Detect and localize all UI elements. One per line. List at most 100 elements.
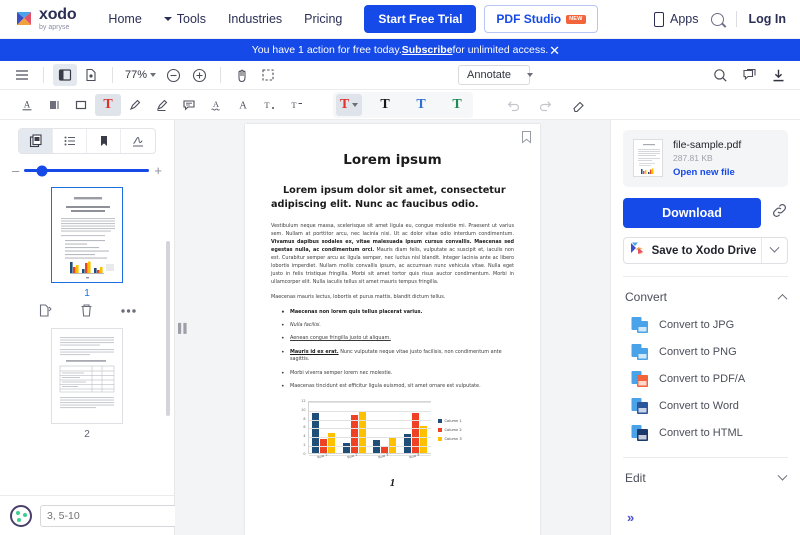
sidebar-panel-icon[interactable] [53,64,77,86]
cookie-settings-icon[interactable] [10,504,32,527]
text-color-green-button[interactable]: T [444,94,470,116]
slider-track[interactable] [24,165,150,176]
superscript-icon[interactable]: T [284,94,310,116]
zoom-in-icon[interactable] [187,64,211,86]
page-thumbnail-2[interactable] [51,328,123,424]
list-item[interactable]: 2 [0,328,174,440]
duplicate-page-icon[interactable] [38,303,53,318]
select-area-icon[interactable] [256,64,280,86]
document-page[interactable]: Lorem ipsum Lorem ipsum dolor sit amet, … [245,124,540,535]
zoom-out-icon[interactable] [161,64,185,86]
underline-text-icon[interactable]: A [14,94,40,116]
chart-x-tick: Row 2 [347,452,359,460]
convert-section-header[interactable]: Convert [623,276,788,313]
note-icon[interactable] [176,94,202,116]
list-item: Aenean congue fringilla justo ut aliquam… [281,334,514,343]
download-button[interactable]: Download [623,198,761,228]
nav-item-home[interactable]: Home [98,6,151,32]
signature-tab[interactable] [121,129,155,153]
new-badge: NEW [566,14,586,24]
free-text-icon[interactable]: T [95,93,121,116]
link-icon[interactable] [771,202,788,224]
nav-item-industries[interactable]: Industries [218,6,292,32]
file-name: file-sample.pdf [673,139,742,151]
pdf-toolbar: 77% Annotate [0,61,800,90]
chevron-down-icon [163,17,172,21]
toolbar-divider-2 [112,67,113,83]
close-icon[interactable]: ✕ [549,44,560,57]
undo-icon[interactable] [500,94,526,116]
page-number-label: 1 [84,288,90,299]
rectangle-icon[interactable] [68,94,94,116]
subscript-icon[interactable]: T [257,94,283,116]
panel-resize-handle[interactable]: ▌▌ [178,323,190,333]
toolbar-divider-1 [43,67,44,83]
download-icon[interactable] [766,64,790,86]
xodo-logo[interactable]: xodo by apryse [14,7,77,31]
document-viewer: ▌▌ Lorem ipsum Lorem ipsum dolor sit ame… [175,120,610,535]
drive-dropdown-toggle[interactable] [761,238,787,263]
search-icon[interactable] [708,64,732,86]
convert-option[interactable]: Convert to JPG [623,313,788,337]
chart-plot-area: 0 2 4 6 8 10 12 Row 1 Row 2 Row 3 Row 4 [295,399,431,463]
list-item[interactable]: 1 [0,187,174,326]
pen-icon[interactable] [122,94,148,116]
zoom-in-label[interactable]: + [154,164,162,177]
page-manipulation-icon[interactable] [79,64,103,86]
convert-option[interactable]: Convert to PNG [623,340,788,364]
slider-handle[interactable] [36,165,48,176]
strikeout-text-icon[interactable] [41,94,67,116]
outline-tab[interactable] [53,129,87,153]
file-size: 287.81 KB [673,153,713,163]
nav-item-tools[interactable]: Tools [154,6,216,32]
text-style-icon[interactable]: A [230,94,256,116]
svg-text:A: A [239,100,247,111]
xodo-drive-icon [629,241,646,261]
download-row: Download [623,198,788,228]
open-new-file-link[interactable]: Open new file [673,167,741,178]
more-options-icon[interactable] [120,308,137,314]
svg-text:A: A [213,99,220,109]
page-range-input[interactable] [40,504,189,527]
list-item: Maecenas tincidunt est efficitur ligula … [281,382,514,391]
convert-option[interactable]: Convert to PDF/A [623,367,788,391]
list-item: Maecenas non lorem quis tellus placerat … [281,308,514,317]
login-button[interactable]: Log In [749,12,787,26]
legend-label: Column 2 [444,427,462,432]
eraser-icon[interactable] [564,94,590,116]
subscribe-link[interactable]: Subscribe [402,44,453,56]
start-free-trial-button[interactable]: Start Free Trial [364,5,477,33]
text-color-black-button[interactable]: T [372,94,398,116]
page-action-group [38,299,137,326]
convert-option[interactable]: Convert to HTML [623,421,788,445]
thumbnail-zoom-slider[interactable]: – + [0,154,174,183]
pan-icon[interactable] [230,64,254,86]
bookmark-icon[interactable] [521,130,532,149]
squiggly-icon[interactable]: A [203,94,229,116]
search-icon[interactable] [710,12,724,26]
redo-icon[interactable] [532,94,558,116]
pdf-studio-button[interactable]: PDF Studio NEW [484,5,598,33]
apps-label: Apps [670,12,699,26]
apps-link[interactable]: Apps [654,11,699,27]
highlighter-icon[interactable] [149,94,175,116]
legend-swatch [437,418,442,423]
thumbnail-scrollbar[interactable] [166,241,170,416]
text-color-red-button[interactable]: T [336,93,362,116]
delete-page-icon[interactable] [79,303,94,318]
annotate-mode-dropdown[interactable]: Annotate [458,65,534,85]
zoom-level-dropdown[interactable]: 77% [122,69,159,81]
convert-option[interactable]: Convert to Word [623,394,788,418]
expand-more-button[interactable]: » [623,494,788,525]
page-thumbnail-1[interactable] [51,187,123,283]
nav-item-pricing[interactable]: Pricing [294,6,352,32]
save-to-xodo-drive-button[interactable]: Save to Xodo Drive [623,237,788,264]
edit-section-header[interactable]: Edit [623,457,788,494]
comments-icon[interactable] [737,64,761,86]
zoom-out-label[interactable]: – [12,164,19,177]
chart-bar [389,437,397,453]
menu-icon[interactable] [10,64,34,86]
thumbnails-tab[interactable] [19,129,53,153]
text-color-blue-button[interactable]: T [408,94,434,116]
bookmarks-tab[interactable] [87,129,121,153]
